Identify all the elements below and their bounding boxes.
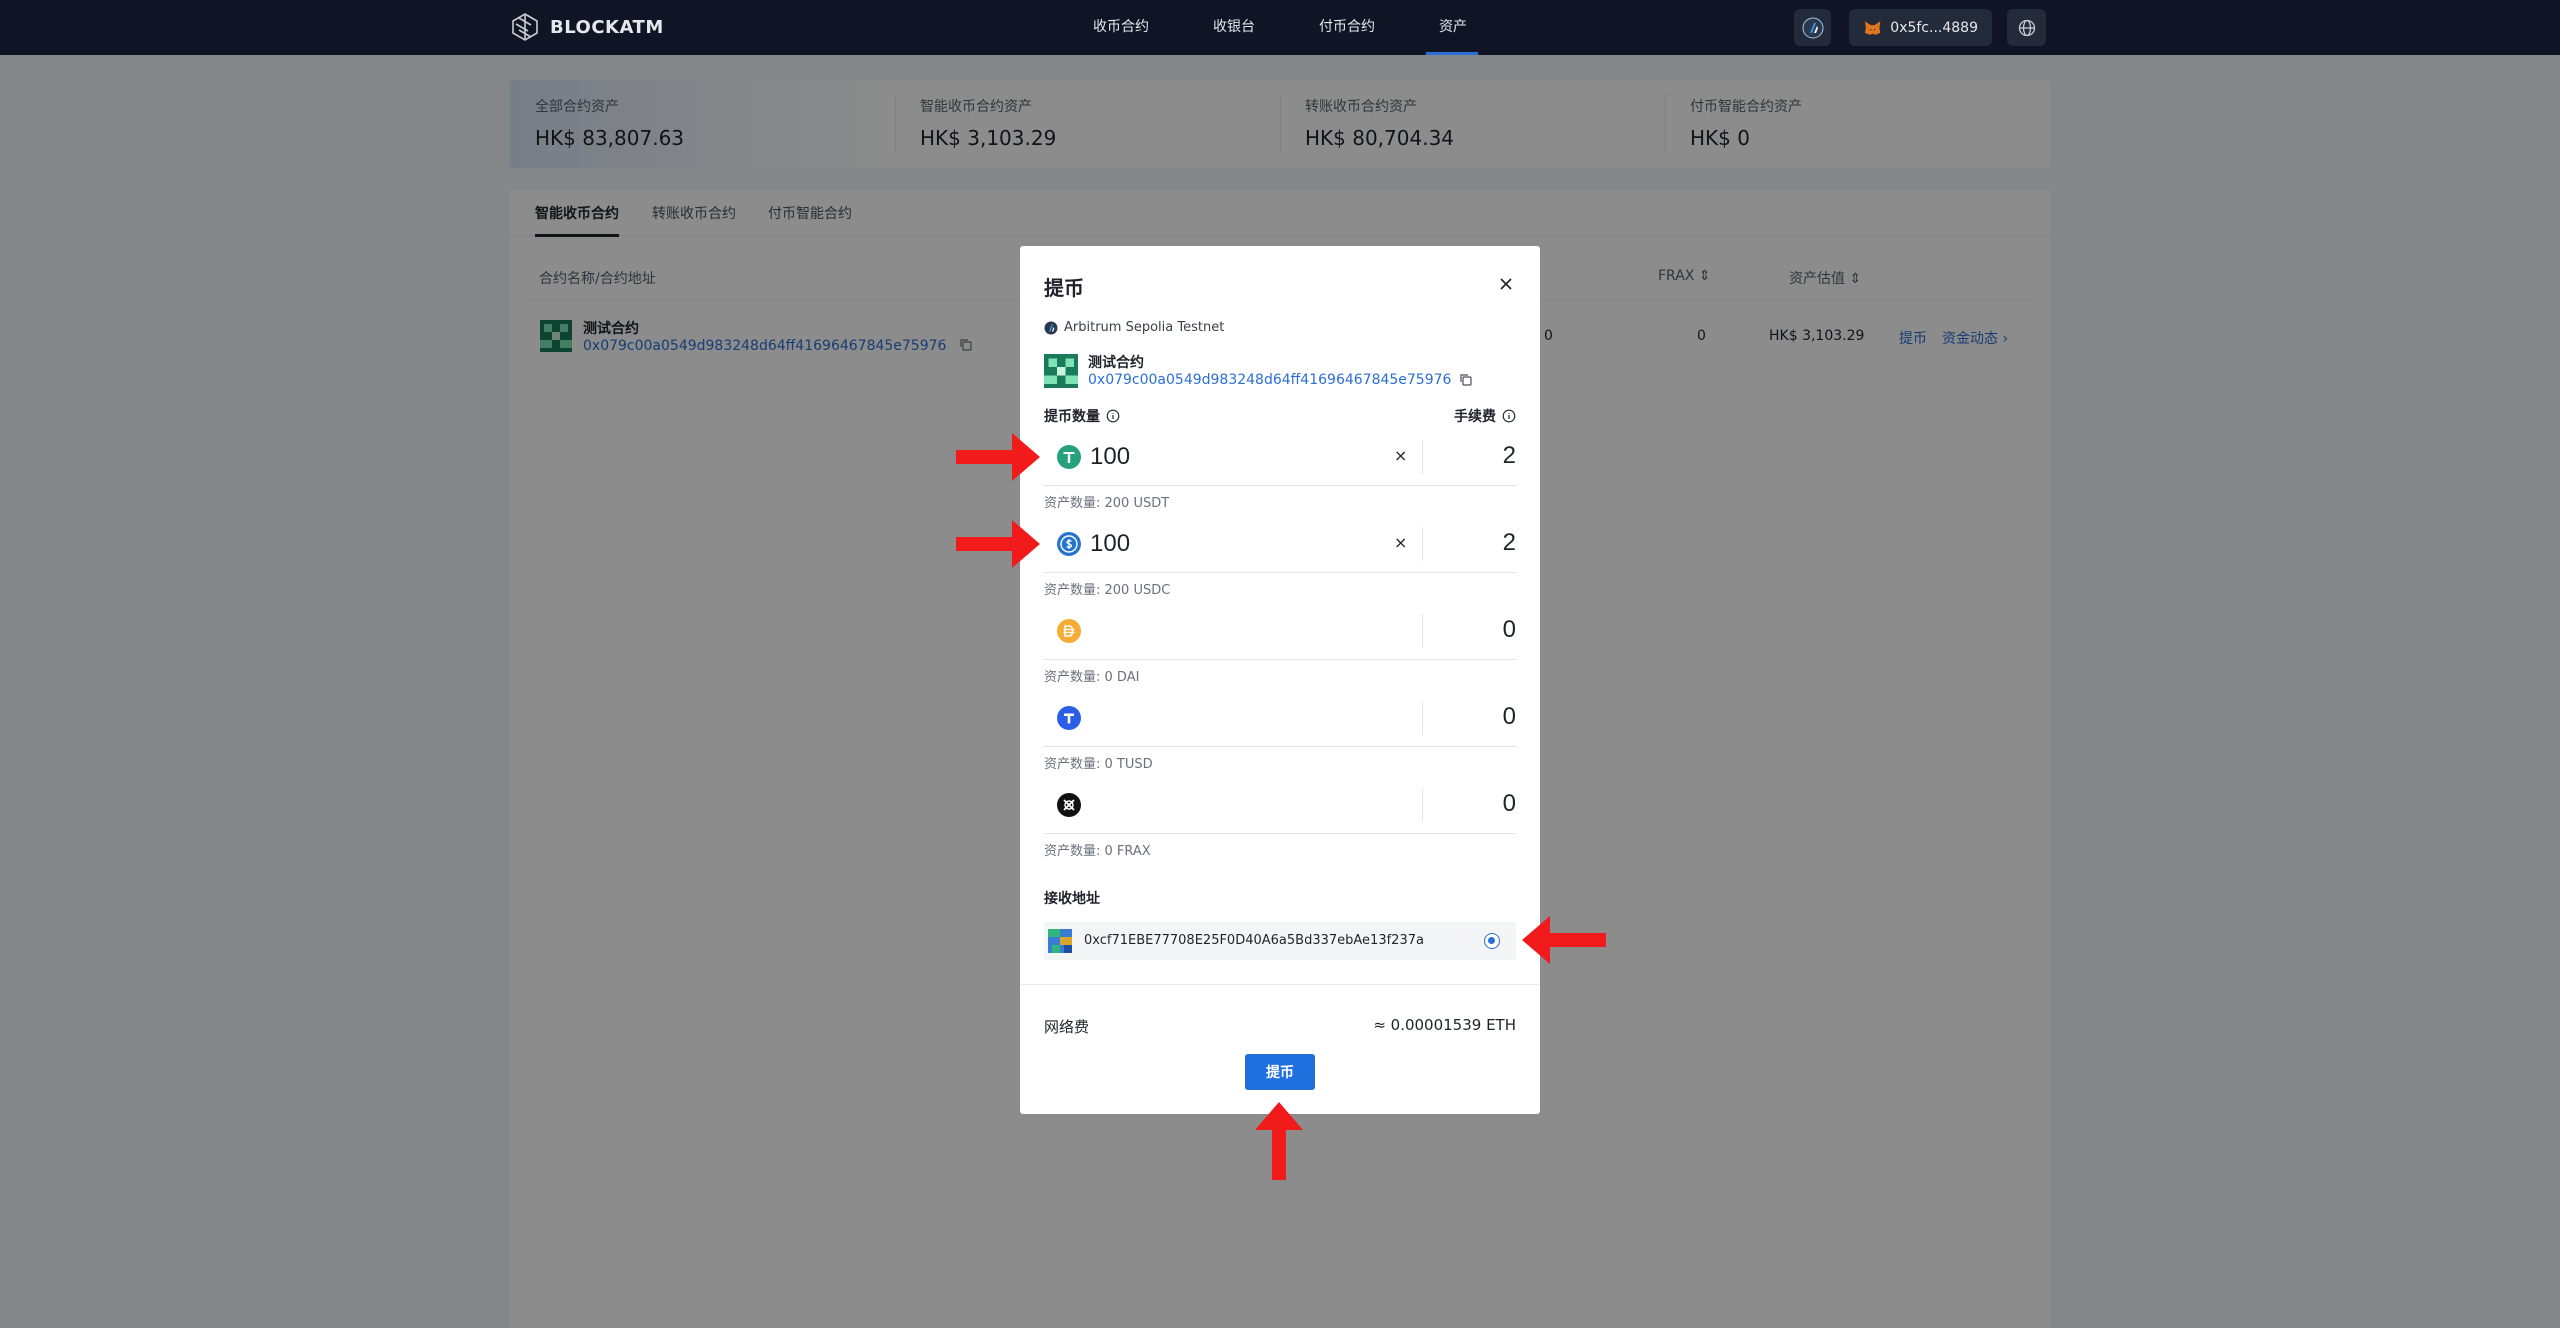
nav-item-assets[interactable]: 资产 — [1426, 0, 1478, 55]
wallet-account-button[interactable]: 0x5fc...4889 — [1849, 9, 1992, 46]
language-button[interactable] — [2007, 9, 2046, 46]
nav-item-cashier[interactable]: 收银台 — [1213, 0, 1255, 55]
network-fee-value: ≈ 0.00001539 ETH — [1373, 1016, 1516, 1034]
dai-icon — [1057, 619, 1081, 643]
dialog-divider — [1020, 984, 1540, 985]
copy-icon[interactable] — [1459, 373, 1473, 387]
dialog-title: 提币 — [1044, 276, 1084, 300]
receive-address-radio[interactable] — [1484, 933, 1500, 949]
annotation-arrow-icon — [1522, 916, 1606, 964]
fee-label-text: 手续费 — [1454, 409, 1496, 425]
clear-icon[interactable]: × — [1394, 446, 1407, 465]
withdraw-dialog: 提币 Arbitrum Sepolia Testnet 测试合约 0x079c0… — [1020, 246, 1540, 1114]
asset-row-usdt: × 2 — [1044, 428, 1516, 486]
usdc-amount-input[interactable] — [1090, 529, 1350, 559]
fee-label: 手续费 — [1454, 406, 1516, 426]
withdraw-amount-label: 提币数量 — [1044, 406, 1120, 426]
network-name: Arbitrum Sepolia Testnet — [1064, 320, 1225, 335]
annotation-arrow-icon — [956, 520, 1040, 568]
dai-balance: 资产数量: 0 DAI — [1044, 670, 1140, 685]
metamask-fox-icon — [1864, 20, 1881, 35]
asset-row-dai: 0 — [1044, 602, 1516, 660]
frax-fee: 0 — [1502, 790, 1516, 817]
usdt-icon — [1057, 445, 1081, 469]
asset-row-frax: 0 — [1044, 776, 1516, 834]
top-nav-bar: BLOCKATM 收币合约 收银台 付币合约 资产 0x5fc...4889 — [0, 0, 2560, 55]
wallet-address: 0x5fc...4889 — [1890, 19, 1978, 36]
network-switch-button[interactable] — [1794, 9, 1831, 46]
clear-icon[interactable]: × — [1394, 533, 1407, 552]
tusd-balance: 资产数量: 0 TUSD — [1044, 757, 1153, 772]
dai-fee: 0 — [1502, 616, 1516, 643]
tusd-icon — [1057, 706, 1081, 730]
close-icon[interactable] — [1493, 271, 1519, 297]
brand-logo[interactable]: BLOCKATM — [510, 12, 664, 42]
dialog-contract-address-text[interactable]: 0x079c00a0549d983248d64ff41696467845e759… — [1088, 372, 1451, 388]
withdraw-submit-button[interactable]: 提币 — [1245, 1054, 1315, 1090]
arbitrum-icon — [1802, 17, 1823, 38]
receive-address-text: 0xcf71EBE77708E25F0D40A6a5Bd337ebAe13f23… — [1084, 933, 1424, 948]
globe-icon — [2018, 19, 2035, 36]
wallet-avatar — [1048, 929, 1072, 953]
usdc-fee: 2 — [1502, 529, 1516, 556]
tusd-amount-input[interactable] — [1090, 703, 1350, 733]
contract-avatar — [1044, 354, 1078, 388]
dialog-contract-name: 测试合约 — [1088, 355, 1144, 371]
info-icon[interactable] — [1106, 409, 1120, 423]
dialog-contract-address[interactable]: 0x079c00a0549d983248d64ff41696467845e759… — [1088, 372, 1473, 388]
nav-item-pay-contract[interactable]: 付币合约 — [1319, 0, 1375, 55]
asset-row-tusd: 0 — [1044, 689, 1516, 747]
network-label: Arbitrum Sepolia Testnet — [1044, 320, 1224, 335]
usdt-balance: 资产数量: 200 USDT — [1044, 496, 1170, 511]
frax-amount-input[interactable] — [1090, 790, 1350, 820]
brand-name: BLOCKATM — [550, 16, 664, 38]
usdc-icon — [1057, 532, 1081, 556]
arbitrum-icon — [1044, 321, 1058, 334]
nav-item-receive-contract[interactable]: 收币合约 — [1093, 0, 1149, 55]
receive-address-label: 接收地址 — [1044, 891, 1100, 907]
blockatm-logo-icon — [512, 13, 538, 41]
receive-address-option[interactable]: 0xcf71EBE77708E25F0D40A6a5Bd337ebAe13f23… — [1044, 922, 1516, 960]
asset-row-usdc: × 2 — [1044, 515, 1516, 573]
dai-amount-input[interactable] — [1090, 616, 1350, 646]
frax-balance: 资产数量: 0 FRAX — [1044, 844, 1151, 859]
network-fee-label: 网络费 — [1044, 1018, 1090, 1036]
annotation-arrow-icon — [1255, 1102, 1303, 1180]
amount-label-text: 提币数量 — [1044, 409, 1100, 425]
usdt-fee: 2 — [1502, 442, 1516, 469]
usdt-amount-input[interactable] — [1090, 442, 1350, 472]
tusd-fee: 0 — [1502, 703, 1516, 730]
info-icon[interactable] — [1502, 409, 1516, 423]
usdc-balance: 资产数量: 200 USDC — [1044, 583, 1171, 598]
annotation-arrow-icon — [956, 433, 1040, 481]
frax-icon — [1057, 793, 1081, 817]
